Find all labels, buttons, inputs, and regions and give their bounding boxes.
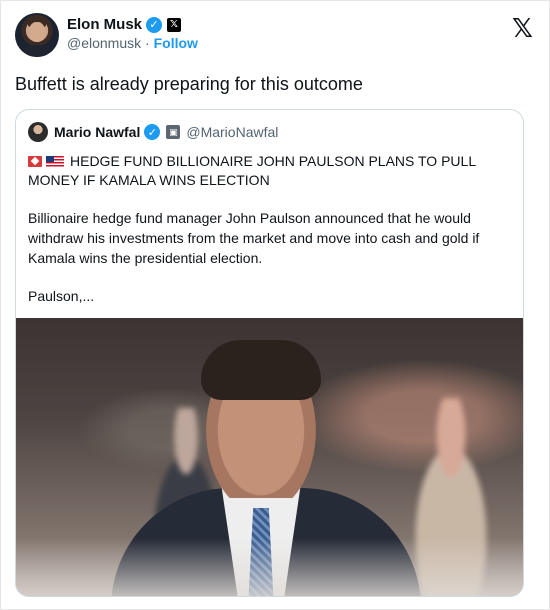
quoted-author-handle: @MarioNawfal — [186, 124, 279, 140]
x-affiliation-icon: 𝕏 — [167, 17, 182, 32]
separator: · — [145, 35, 150, 51]
quoted-body: Billionaire hedge fund manager John Paul… — [28, 210, 480, 266]
us-flag-icon — [46, 156, 64, 167]
quoted-photo[interactable] — [16, 318, 523, 596]
author-name[interactable]: Elon Musk — [67, 16, 142, 33]
affiliate-badge-icon: ▣ — [166, 125, 181, 139]
author-handle[interactable]: @elonmusk — [67, 35, 141, 51]
quoted-headline-text: HEDGE FUND BILLIONAIRE JOHN PAULSON PLAN… — [28, 153, 476, 188]
quoted-headline: HEDGE FUND BILLIONAIRE JOHN PAULSON PLAN… — [28, 152, 508, 190]
quoted-truncation: Paulson,... — [28, 288, 95, 304]
quoted-tweet-header: Mario Nawfal ✓ ▣ @MarioNawfal — [28, 122, 278, 142]
follow-button[interactable]: Follow — [154, 35, 198, 51]
quoted-tweet[interactable]: Mario Nawfal ✓ ▣ @MarioNawfal HEDGE FUND… — [15, 109, 524, 597]
avatar-face — [29, 22, 45, 42]
author-name-row: Elon Musk ✓ 𝕏 — [67, 16, 198, 33]
tweet-card: Elon Musk ✓ 𝕏 @elonmusk · Follow 𝕏 Buffe… — [0, 0, 550, 610]
author-handle-row: @elonmusk · Follow — [67, 35, 198, 51]
quoted-author-avatar — [28, 122, 48, 142]
red-flag-icon — [28, 156, 42, 167]
hair — [201, 340, 321, 400]
verified-icon: ✓ — [146, 16, 163, 33]
x-logo-icon[interactable]: 𝕏 — [512, 13, 533, 44]
verified-icon: ✓ — [144, 124, 161, 140]
author-info: Elon Musk ✓ 𝕏 @elonmusk · Follow — [67, 16, 198, 51]
foreground-seats — [16, 538, 523, 596]
tweet-text: Buffett is already preparing for this ou… — [15, 74, 363, 94]
tweet-header: Elon Musk ✓ 𝕏 @elonmusk · Follow — [15, 13, 198, 57]
avatar-shoulders — [19, 45, 55, 57]
quoted-author-name: Mario Nawfal — [54, 124, 141, 140]
author-avatar[interactable] — [15, 13, 59, 57]
